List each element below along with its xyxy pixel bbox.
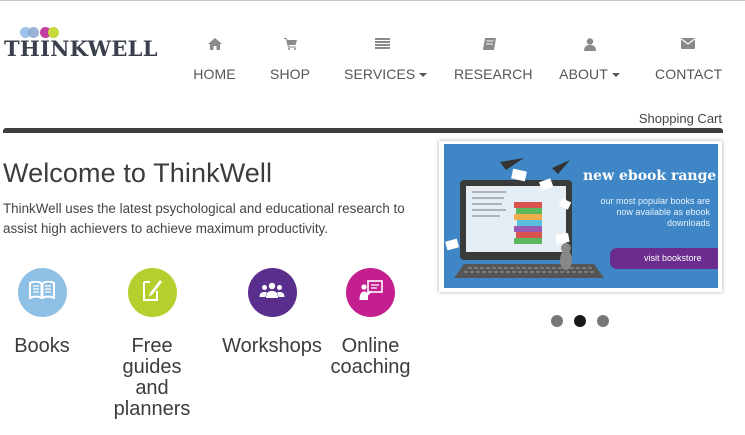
ebook-banner[interactable]: new ebook range our most popular books a… [444, 144, 718, 288]
nav-research[interactable]: RESEARCH [454, 38, 533, 82]
carousel-indicators [551, 315, 621, 327]
list-icon [344, 38, 420, 56]
envelope-icon [655, 38, 721, 56]
chevron-down-icon [419, 73, 428, 78]
nav-research-label: RESEARCH [454, 66, 533, 82]
book-icon [454, 38, 524, 56]
open-book-icon [29, 280, 55, 304]
nav-home[interactable]: HOME [193, 38, 236, 82]
nav-services[interactable]: SERVICES [344, 38, 428, 82]
carousel-dot[interactable] [551, 315, 563, 327]
carousel-dot-active[interactable] [574, 315, 586, 327]
user-icon [558, 38, 621, 56]
promo-carousel[interactable]: new ebook range our most popular books a… [439, 141, 722, 292]
pen-document-icon [141, 278, 163, 307]
intro-text: ThinkWell uses the latest psychological … [3, 201, 405, 236]
feature-workshops[interactable]: Workshops [219, 268, 325, 357]
workshops-circle [247, 268, 297, 317]
chevron-down-icon [611, 73, 620, 78]
nav-about[interactable]: ABOUT [558, 38, 621, 82]
nav-about-label: ABOUT [559, 66, 608, 82]
nav-shop[interactable]: SHOP [270, 38, 310, 82]
feature-coaching[interactable]: Online coaching [324, 268, 417, 378]
cart-icon [270, 38, 310, 56]
banner-text: our most popular books are now available… [600, 196, 710, 228]
feature-guides-label: Free guides and planners [113, 335, 191, 420]
feature-guides[interactable]: Free guides and planners [108, 268, 196, 420]
feature-workshops-label: Workshops [222, 335, 322, 357]
feature-books[interactable]: Books [2, 268, 82, 357]
main-nav: HOME SHOP SERVICES RESEARCH ABOUT CONTAC… [0, 38, 745, 88]
nav-services-label: SERVICES [344, 66, 416, 82]
nav-shop-label: SHOP [270, 66, 311, 82]
nav-home-label: HOME [193, 66, 236, 82]
feature-books-label: Books [14, 335, 70, 357]
group-icon [259, 281, 285, 304]
guides-circle [127, 268, 177, 317]
page-title: Welcome to ThinkWell [3, 158, 273, 188]
feature-coaching-label: Online coaching [330, 335, 411, 378]
visit-bookstore-button[interactable]: visit bookstore [610, 248, 718, 269]
shopping-cart-link[interactable]: Shopping Cart [639, 111, 722, 126]
coaching-circle [346, 268, 395, 317]
books-circle [17, 268, 67, 317]
nav-contact[interactable]: CONTACT [655, 38, 723, 82]
presenter-icon [359, 279, 383, 306]
header-divider [3, 128, 723, 133]
banner-title: new ebook range [583, 168, 717, 184]
nav-services-label-wrap: SERVICES [344, 66, 428, 82]
nav-about-label-wrap: ABOUT [558, 66, 621, 82]
top-border [0, 0, 745, 1]
nav-contact-label: CONTACT [655, 66, 723, 82]
carousel-dot[interactable] [597, 315, 609, 327]
home-icon [193, 38, 236, 56]
